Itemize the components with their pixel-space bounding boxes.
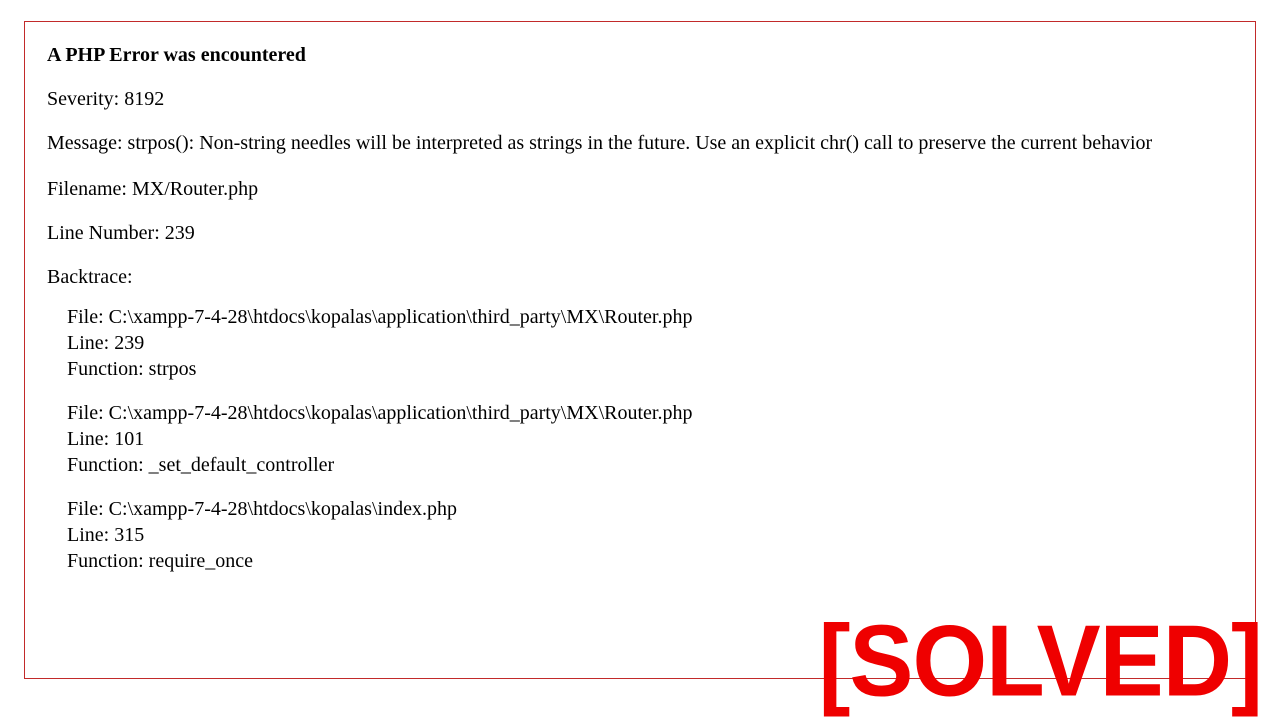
backtrace-line: Line: 239 [67,330,1233,356]
filename-value: MX/Router.php [132,178,258,200]
linenumber-value: 239 [165,222,195,244]
backtrace-function: Function: strpos [67,356,1233,382]
filename-field: Filename: MX/Router.php [47,176,1233,202]
linenumber-label: Line Number: [47,222,165,244]
backtrace-function: Function: _set_default_controller [67,452,1233,478]
php-error-box: A PHP Error was encountered Severity: 81… [24,21,1256,679]
severity-field: Severity: 8192 [47,86,1233,112]
severity-value: 8192 [124,88,164,110]
backtrace-function: Function: require_once [67,548,1233,574]
message-field: Message: strpos(): Non-string needles wi… [47,130,1233,156]
linenumber-field: Line Number: 239 [47,220,1233,246]
backtrace-label: Backtrace: [47,264,1233,290]
backtrace-line: Line: 315 [67,522,1233,548]
backtrace-line: Line: 101 [67,426,1233,452]
message-label: Message: [47,132,128,154]
backtrace-file: File: C:\xampp-7-4-28\htdocs\kopalas\app… [67,400,1233,426]
backtrace-entry: File: C:\xampp-7-4-28\htdocs\kopalas\app… [47,304,1233,382]
backtrace-entry: File: C:\xampp-7-4-28\htdocs\kopalas\app… [47,400,1233,478]
backtrace-entry: File: C:\xampp-7-4-28\htdocs\kopalas\ind… [47,496,1233,574]
filename-label: Filename: [47,178,132,200]
severity-label: Severity: [47,88,124,110]
backtrace-file: File: C:\xampp-7-4-28\htdocs\kopalas\app… [67,304,1233,330]
error-title: A PHP Error was encountered [47,42,1233,68]
message-value: strpos(): Non-string needles will be int… [128,132,1153,154]
backtrace-file: File: C:\xampp-7-4-28\htdocs\kopalas\ind… [67,496,1233,522]
